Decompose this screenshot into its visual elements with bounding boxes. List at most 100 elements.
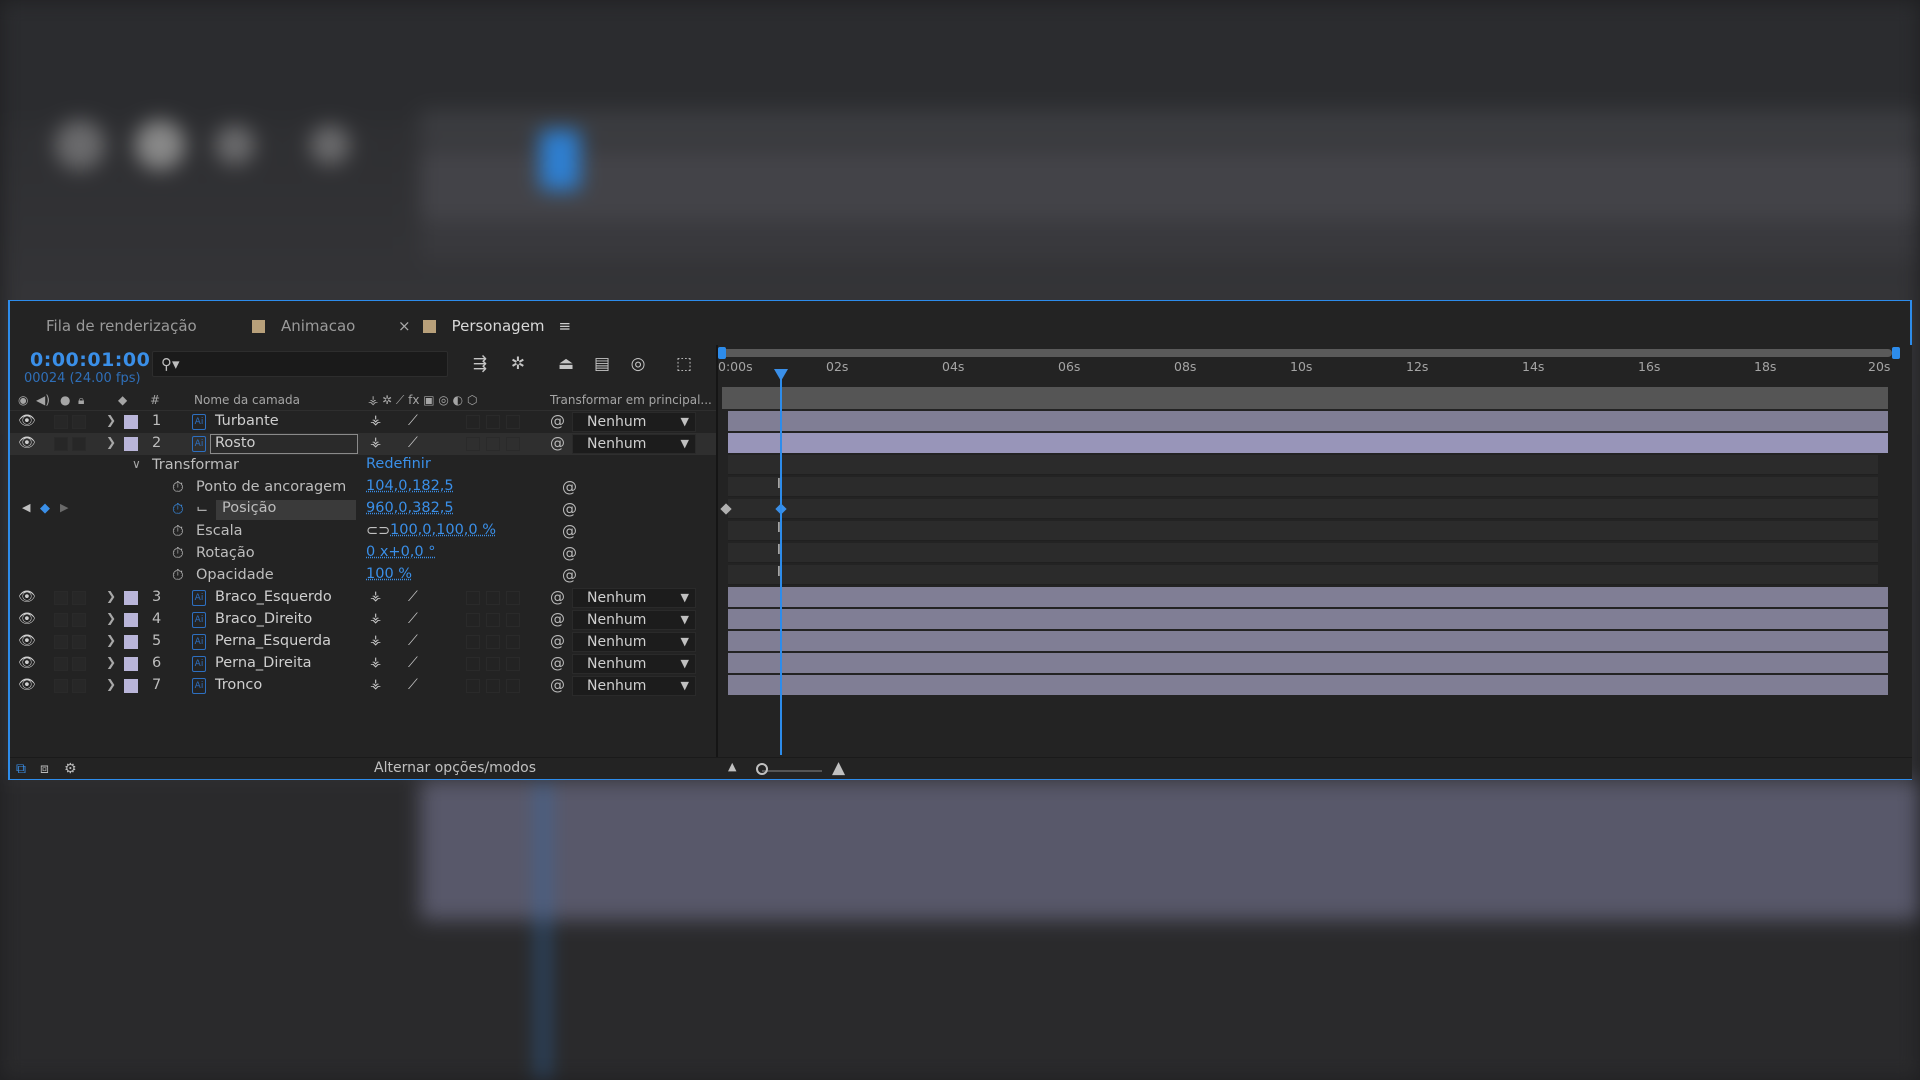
lock-toggle[interactable] [72,613,86,627]
property-value[interactable]: 100,0,100,0 % [390,522,496,538]
pick-whip-icon[interactable]: @ [562,522,577,540]
quality-switch-icon[interactable]: ⟋ [408,413,418,429]
graph-icon[interactable]: ⌙ [196,501,208,517]
shy-switch-icon[interactable]: ⚶ [370,677,381,692]
graph-editor-icon[interactable]: ⬚ [672,353,696,375]
current-time[interactable]: 0:00:01:00 [30,349,150,371]
playhead-handle[interactable] [774,369,788,381]
property-value[interactable]: 104,0,182,5 [366,478,454,494]
next-keyframe-icon[interactable]: ▶ [60,501,68,514]
chevron-down-icon[interactable]: ❯ [106,435,116,449]
solo-toggle[interactable] [54,657,68,671]
layer-bar[interactable] [728,411,1888,431]
lock-toggle[interactable] [72,415,86,429]
property-row[interactable]: ⏱ Ponto de ancoragem 104,0,182,5 @ [10,477,716,499]
layer-name[interactable]: Turbante [215,413,279,429]
add-keyframe-icon[interactable]: ◆ [40,501,50,516]
quality-switch-icon[interactable]: ⟋ [408,655,418,671]
panel-menu-icon[interactable]: ≡ [559,317,572,335]
layer-bar[interactable] [728,631,1888,651]
layer-bar[interactable] [728,653,1888,673]
pick-whip-icon[interactable]: @ [562,566,577,584]
quality-switch-icon[interactable]: ⟋ [408,435,418,451]
chevron-right-icon[interactable]: ❯ [106,655,116,669]
quality-switch-icon[interactable]: ⟋ [408,633,418,649]
eye-icon[interactable]: 👁︎ [18,413,36,429]
transform-group[interactable]: ∨ Transformar Redefinir [10,455,716,477]
solo-toggle[interactable] [54,591,68,605]
switch-box[interactable] [486,613,500,627]
stopwatch-icon[interactable]: ⏱ [172,544,184,562]
zoom-slider-thumb[interactable] [756,763,768,775]
stopwatch-icon[interactable]: ⏱ [172,522,184,540]
draft-3d-icon[interactable]: ✲ [506,353,530,375]
parent-dropdown[interactable]: Nenhum ▼ [572,434,696,454]
shy-switch-icon[interactable]: ⚶ [370,589,381,604]
layer-name-field[interactable]: Rosto [210,434,358,454]
in-out-panes-icon[interactable]: ⚙ [64,761,77,777]
pick-whip-icon[interactable]: @ [550,412,565,430]
prev-keyframe-icon[interactable]: ◀ [22,501,30,514]
label-color[interactable] [124,613,138,627]
chevron-right-icon[interactable]: ❯ [106,589,116,603]
shy-switch-icon[interactable]: ⚶ [370,611,381,626]
lock-toggle[interactable] [72,679,86,693]
switch-box[interactable] [506,437,520,451]
layer-row[interactable]: 👁︎ ❯ 6 Ai Perna_Direita ⚶ ⟋ @ Nenhum ▼ [10,653,716,675]
solo-toggle[interactable] [54,635,68,649]
pick-whip-icon[interactable]: @ [562,500,577,518]
switch-box[interactable] [486,635,500,649]
switch-box[interactable] [486,437,500,451]
lock-toggle[interactable] [72,437,86,451]
solo-toggle[interactable] [54,437,68,451]
eye-icon[interactable]: 👁︎ [18,435,36,451]
shy-switch-icon[interactable]: ⚶ [370,413,381,428]
label-color[interactable] [124,591,138,605]
label-color[interactable] [124,415,138,429]
lock-toggle[interactable] [72,591,86,605]
layer-row[interactable]: 👁︎ ❯ 4 Ai Braco_Direito ⚶ ⟋ @ Nenhum ▼ [10,609,716,631]
label-color[interactable] [124,437,138,451]
pick-whip-icon[interactable]: @ [550,632,565,650]
eye-icon[interactable]: 👁︎ [18,655,36,671]
property-row[interactable]: ⏱ Escala ⊂⊃ 100,0,100,0 % @ [10,521,716,543]
parent-dropdown[interactable]: Nenhum ▼ [572,610,696,630]
pick-whip-icon[interactable]: @ [550,588,565,606]
layer-switches-icon[interactable]: ⧉ [16,761,26,777]
layer-bar[interactable] [728,433,1888,453]
layer-row[interactable]: 👁︎ ❯ 5 Ai Perna_Esquerda ⚶ ⟋ @ Nenhum ▼ [10,631,716,653]
layer-row[interactable]: 👁︎ ❯ 7 Ai Tronco ⚶ ⟋ @ Nenhum ▼ [10,675,716,697]
navigator-end-handle[interactable] [1892,347,1900,359]
parent-dropdown[interactable]: Nenhum ▼ [572,588,696,608]
solo-toggle[interactable] [54,679,68,693]
stopwatch-icon[interactable]: ⏱ [172,478,184,496]
parent-dropdown[interactable]: Nenhum ▼ [572,412,696,432]
shy-switch-icon[interactable]: ⚶ [370,633,381,648]
parent-dropdown[interactable]: Nenhum ▼ [572,676,696,696]
pick-whip-icon[interactable]: @ [550,676,565,694]
zoom-out-icon[interactable]: ▲ [728,760,736,773]
eye-icon[interactable]: 👁︎ [18,589,36,605]
parent-dropdown[interactable]: Nenhum ▼ [572,654,696,674]
pick-whip-icon[interactable]: @ [550,434,565,452]
switch-box[interactable] [466,657,480,671]
work-area-bar[interactable] [722,387,1888,409]
switch-box[interactable] [466,415,480,429]
frame-blending-icon[interactable]: ▤ [590,353,614,375]
layer-bar[interactable] [728,609,1888,629]
motion-blur-icon[interactable]: ◎ [626,353,650,375]
eye-icon[interactable]: 👁︎ [18,611,36,627]
switch-box[interactable] [506,657,520,671]
switch-box[interactable] [506,635,520,649]
layer-bar[interactable] [728,587,1888,607]
layer-name[interactable]: Perna_Direita [215,655,312,671]
stopwatch-icon[interactable]: ⏱ [172,500,184,518]
label-color[interactable] [124,657,138,671]
layer-name[interactable]: Braco_Esquerdo [215,589,332,605]
eye-icon[interactable]: 👁︎ [18,677,36,693]
layer-row[interactable]: 👁︎ ❯ 2 Ai Rosto ⚶ ⟋ @ Nenhum ▼ [10,433,716,455]
switch-box[interactable] [486,679,500,693]
eye-icon[interactable]: 👁︎ [18,633,36,649]
pick-whip-icon[interactable]: @ [550,654,565,672]
search-input[interactable]: ⚲▾ [152,351,448,377]
